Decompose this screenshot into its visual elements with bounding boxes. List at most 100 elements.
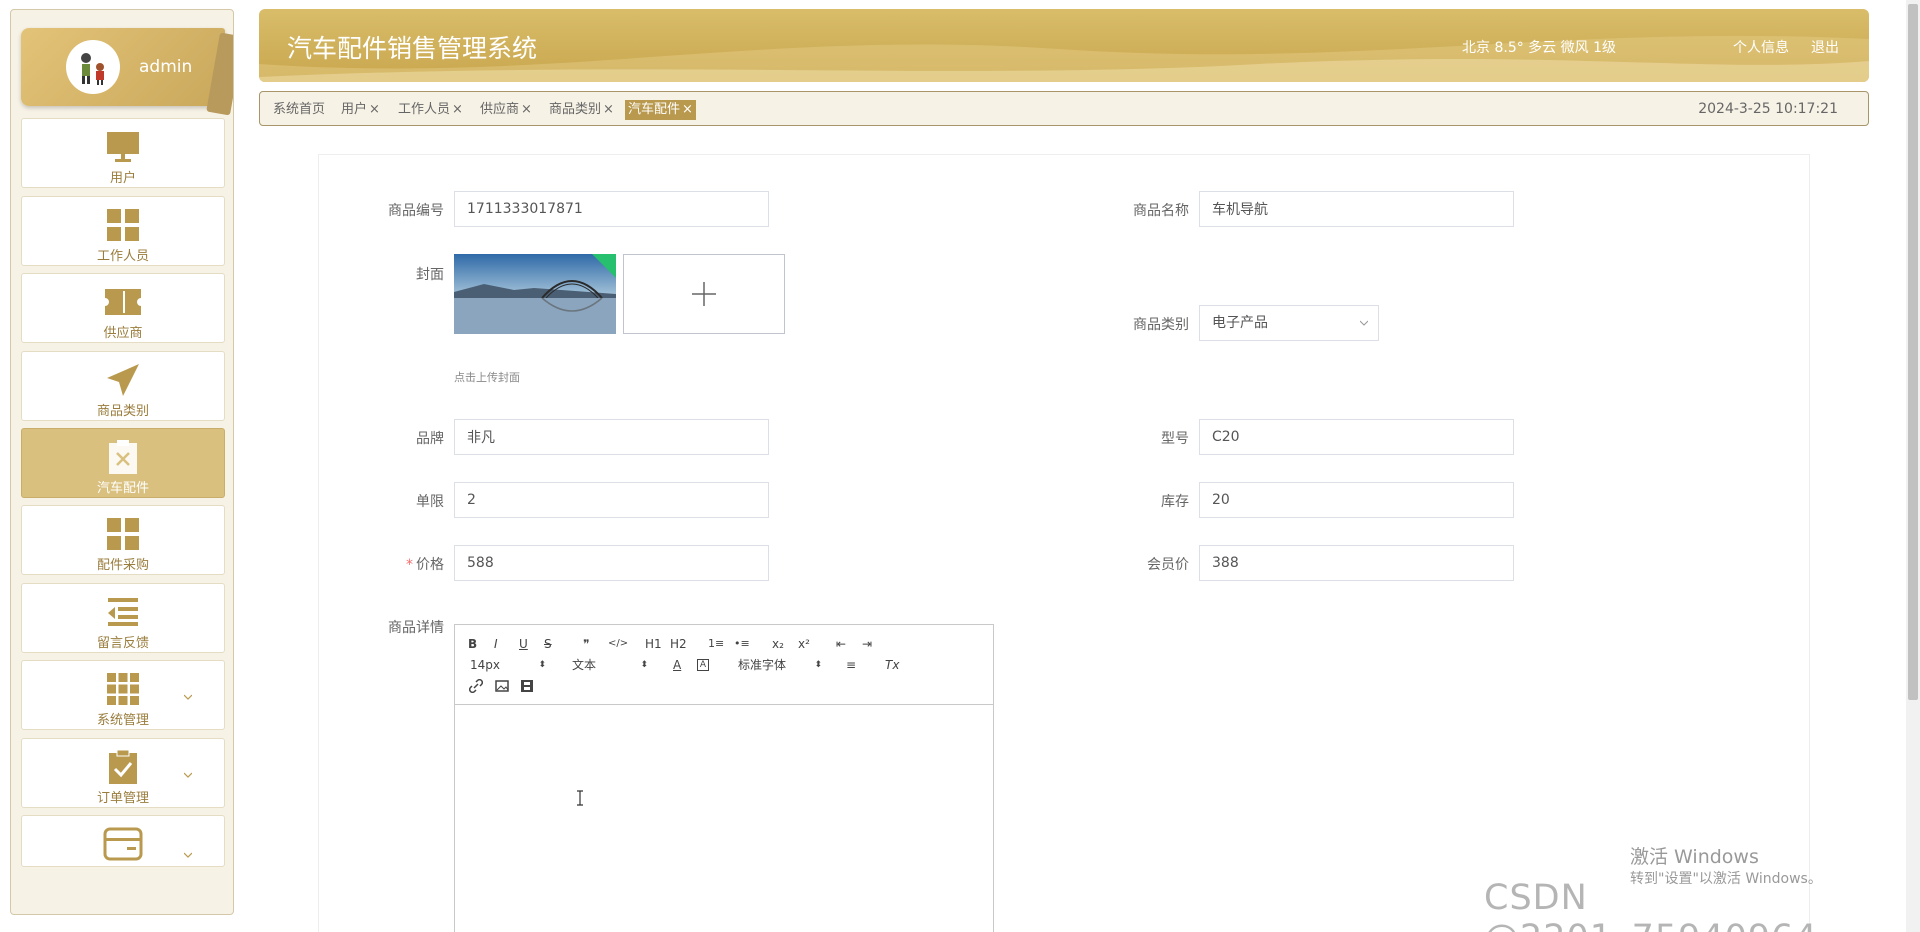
tab-auto-parts[interactable]: 汽车配件 × bbox=[625, 100, 696, 120]
profile-link[interactable]: 个人信息 bbox=[1733, 37, 1789, 57]
chevron-down-icon bbox=[1360, 320, 1368, 326]
paper-plane-icon bbox=[103, 360, 143, 400]
sidebar-item-orders[interactable]: 订单管理 bbox=[21, 738, 225, 808]
font-family-select[interactable]: 标准字体 ⬍ bbox=[738, 656, 822, 674]
sidebar-item-label: 商品类别 bbox=[96, 404, 149, 419]
font-size-select[interactable]: 14px ⬍ bbox=[470, 656, 546, 674]
avatar-image bbox=[81, 53, 104, 85]
quote-button[interactable]: ❞ bbox=[583, 635, 589, 653]
close-icon[interactable]: × bbox=[682, 102, 693, 117]
heading-select[interactable]: 文本 ⬍ bbox=[572, 656, 648, 674]
sidebar: admin 用户 工作人员 供应商 商品类别 汽车配件 配件采购 留言反馈 系统… bbox=[10, 9, 234, 915]
upload-cover-button[interactable] bbox=[623, 254, 785, 334]
updown-icon: ⬍ bbox=[538, 660, 546, 670]
chevron-down-icon[interactable] bbox=[184, 771, 192, 779]
cover-image[interactable] bbox=[454, 254, 616, 334]
stock-input[interactable] bbox=[1199, 482, 1514, 518]
outdent-button[interactable]: ⇤ bbox=[836, 635, 846, 653]
ticket-icon bbox=[103, 282, 143, 322]
sidebar-item-purchase[interactable]: 配件采购 bbox=[21, 505, 225, 575]
editor-toolbar: B I U S ❞ </> H1 H2 1≡ •≡ x₂ x² ⇤ ⇥ 14px… bbox=[455, 625, 993, 705]
sidebar-item-label: 配件采购 bbox=[96, 558, 149, 573]
sidebar-item-feedback[interactable]: 留言反馈 bbox=[21, 583, 225, 653]
code-input[interactable] bbox=[454, 191, 769, 227]
underline-button[interactable]: U bbox=[519, 635, 528, 653]
indent-button[interactable]: ⇥ bbox=[862, 635, 872, 653]
rich-text-editor[interactable]: B I U S ❞ </> H1 H2 1≡ •≡ x₂ x² ⇤ ⇥ 14px… bbox=[454, 624, 994, 932]
video-icon[interactable] bbox=[520, 679, 534, 693]
plus-icon bbox=[692, 282, 716, 306]
app-title: 汽车配件销售管理系统 bbox=[287, 34, 538, 63]
cover-label: 封面 bbox=[416, 267, 444, 283]
sidebar-item-label: 留言反馈 bbox=[96, 636, 149, 651]
sidebar-item-label: 汽车配件 bbox=[96, 481, 149, 496]
code-button[interactable]: </> bbox=[608, 635, 628, 653]
app-header: 汽车配件销售管理系统 北京 8.5° 多云 微风 1级 个人信息 退出 bbox=[259, 9, 1869, 82]
code-label: 商品编号 bbox=[388, 203, 444, 219]
tab-home[interactable]: 系统首页 bbox=[270, 100, 328, 120]
sidebar-item-staff[interactable]: 工作人员 bbox=[21, 196, 225, 266]
unordered-list-button[interactable]: •≡ bbox=[734, 635, 750, 653]
limit-label: 单限 bbox=[416, 494, 444, 510]
close-icon[interactable]: × bbox=[369, 102, 380, 117]
stock-label: 库存 bbox=[1161, 494, 1189, 510]
editor-content[interactable] bbox=[455, 705, 993, 932]
font-family-value: 标准字体 bbox=[738, 658, 787, 672]
tab-label: 商品类别 bbox=[549, 102, 602, 117]
background-color-button[interactable]: A bbox=[697, 659, 709, 671]
tab-label: 汽车配件 bbox=[628, 102, 681, 117]
sidebar-item-more[interactable] bbox=[21, 815, 225, 867]
sidebar-item-category[interactable]: 商品类别 bbox=[21, 351, 225, 421]
tab-users[interactable]: 用户 × bbox=[338, 100, 383, 120]
price-label: * 价格 bbox=[364, 554, 444, 574]
price-label-text: 价格 bbox=[416, 557, 444, 573]
model-input[interactable] bbox=[1199, 419, 1514, 455]
tab-staff[interactable]: 工作人员 × bbox=[395, 100, 466, 120]
category-select[interactable]: 电子产品 bbox=[1199, 305, 1379, 341]
name-input[interactable] bbox=[1199, 191, 1514, 227]
price-input[interactable] bbox=[454, 545, 769, 581]
avatar[interactable] bbox=[66, 40, 120, 94]
brand-input[interactable] bbox=[454, 419, 769, 455]
tab-bar: 系统首页 用户 × 工作人员 × 供应商 × 商品类别 × 汽车配件 × 2024-3-2… bbox=[259, 91, 1869, 126]
link-icon[interactable] bbox=[469, 679, 483, 693]
page-scrollbar[interactable] bbox=[1906, 0, 1920, 932]
italic-button[interactable]: I bbox=[494, 635, 498, 653]
close-icon[interactable]: × bbox=[521, 102, 532, 117]
strike-button[interactable]: S bbox=[544, 635, 552, 653]
chevron-down-icon[interactable] bbox=[184, 851, 192, 859]
datetime: 2024-3-25 10:17:21 bbox=[1698, 101, 1838, 117]
align-button[interactable]: ≡ bbox=[846, 656, 856, 674]
heading-value: 文本 bbox=[572, 658, 597, 672]
superscript-button[interactable]: x² bbox=[798, 635, 810, 653]
tab-supplier[interactable]: 供应商 × bbox=[477, 100, 535, 120]
chevron-down-icon[interactable] bbox=[184, 693, 192, 701]
font-color-button[interactable]: A bbox=[673, 656, 681, 674]
bold-button[interactable]: B bbox=[468, 635, 477, 653]
close-icon[interactable]: × bbox=[603, 102, 614, 117]
limit-input[interactable] bbox=[454, 482, 769, 518]
close-icon[interactable]: × bbox=[452, 102, 463, 117]
sidebar-item-system[interactable]: 系统管理 bbox=[21, 660, 225, 730]
windows-activation-title: 激活 Windows bbox=[1630, 846, 1759, 868]
monitor-icon bbox=[103, 127, 143, 167]
member-price-label: 会员价 bbox=[1147, 557, 1189, 573]
sidebar-item-supplier[interactable]: 供应商 bbox=[21, 273, 225, 343]
tab-label: 供应商 bbox=[480, 102, 520, 117]
sidebar-item-users[interactable]: 用户 bbox=[21, 118, 225, 188]
h2-button[interactable]: H2 bbox=[670, 635, 687, 653]
required-mark: * bbox=[406, 557, 413, 573]
logout-link[interactable]: 退出 bbox=[1811, 37, 1839, 57]
member-price-input[interactable] bbox=[1199, 545, 1514, 581]
h1-button[interactable]: H1 bbox=[645, 635, 662, 653]
sidebar-item-label: 用户 bbox=[109, 171, 136, 186]
tab-category[interactable]: 商品类别 × bbox=[546, 100, 617, 120]
image-icon[interactable] bbox=[495, 679, 509, 693]
font-size-value: 14px bbox=[470, 658, 500, 672]
clear-format-button[interactable]: Tx bbox=[885, 656, 899, 674]
scrollbar-thumb[interactable] bbox=[1908, 4, 1918, 700]
ordered-list-button[interactable]: 1≡ bbox=[708, 635, 724, 653]
subscript-button[interactable]: x₂ bbox=[772, 635, 784, 653]
profile-card[interactable]: admin bbox=[21, 28, 225, 106]
sidebar-item-auto-parts[interactable]: 汽车配件 bbox=[21, 428, 225, 498]
